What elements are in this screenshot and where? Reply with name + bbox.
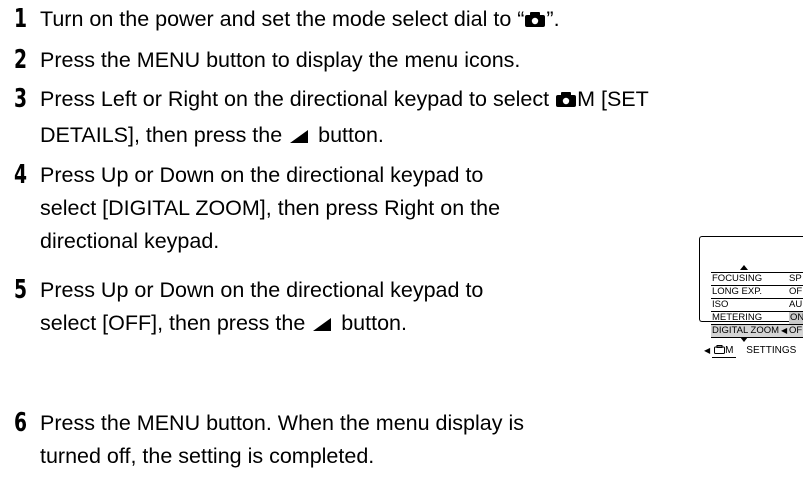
down-arrow-icon (740, 337, 748, 342)
lcd-menu-row: LONG EXP. OF (711, 286, 803, 299)
step-text: Press the MENU button to display the men… (40, 48, 521, 72)
step-text: Press the MENU button. When the menu dis… (40, 411, 524, 435)
step-text-part: Press Left or Right on the directional k… (40, 87, 556, 111)
step-number: 5 (14, 275, 28, 305)
lcd-menu-list: FOCUSING SP LONG EXP. OF ISO AU METERING… (711, 272, 803, 338)
step-text-part: button. (312, 123, 384, 147)
lcd-menu-value: ON (789, 312, 803, 324)
lcd-menu-value: OF (789, 286, 803, 297)
step-number: 6 (14, 408, 28, 438)
lcd-settings-label: SETTINGS (746, 345, 797, 356)
step-text: Turn on the power and set the mode selec… (40, 6, 560, 34)
lcd-menu-row: METERING ON (711, 312, 803, 325)
lcd-menu-value: AU (789, 299, 803, 310)
lcd-menu-key: LONG EXP. (712, 286, 762, 297)
step-text-part: button. (335, 311, 407, 335)
step-text: select [DIGITAL ZOOM], then press Right … (40, 196, 501, 220)
step-text-part: ”. (546, 7, 560, 31)
step-number: 1 (14, 4, 28, 34)
step-text-part: DETAILS], then press the (40, 123, 289, 147)
ok-button-icon (288, 124, 312, 150)
ok-button-icon (311, 312, 335, 338)
step-number: 2 (14, 45, 28, 75)
step-text: DETAILS], then press the button. (40, 122, 384, 150)
lcd-menu-row: ISO AU (711, 299, 803, 312)
camera-icon (524, 8, 546, 34)
step-number: 4 (14, 160, 28, 190)
lcd-menu-value: SP (789, 273, 802, 284)
lcd-menu-key: METERING (712, 312, 763, 323)
lcd-menu-key: FOCUSING (712, 273, 763, 284)
up-arrow-icon (740, 265, 748, 270)
lcd-menu-value: OF (789, 325, 803, 336)
lcd-tab-bar: ◀ M SETTINGS (704, 345, 796, 358)
lcd-menu-key: ISO (712, 299, 729, 310)
step-text: select [OFF], then press the button. (40, 310, 407, 338)
step-text-part: M [SET (577, 87, 649, 111)
lcd-tab-label: M (725, 345, 734, 356)
step-number: 3 (14, 84, 28, 114)
step-text: directional keypad. (40, 229, 220, 253)
left-arrow-icon: ◀ (704, 346, 711, 355)
lcd-menu-row-selected: DIGITAL ZOOM ◀ OF (711, 325, 803, 338)
step-text: Press Up or Down on the directional keyp… (40, 278, 484, 302)
step-text-part: Turn on the power and set the mode selec… (40, 7, 525, 31)
step-text: Press Up or Down on the directional keyp… (40, 163, 484, 187)
left-pointer-icon: ◀ (781, 326, 788, 335)
lcd-tab-camera: M (712, 345, 736, 358)
step-text: turned off, the setting is completed. (40, 444, 375, 468)
camera-icon (714, 345, 726, 354)
camera-icon (555, 88, 577, 114)
lcd-menu-key: DIGITAL ZOOM (712, 325, 780, 336)
step-text: Press Left or Right on the directional k… (40, 86, 649, 114)
lcd-menu-row: FOCUSING SP (711, 273, 803, 286)
step-text-part: select [OFF], then press the (40, 311, 312, 335)
